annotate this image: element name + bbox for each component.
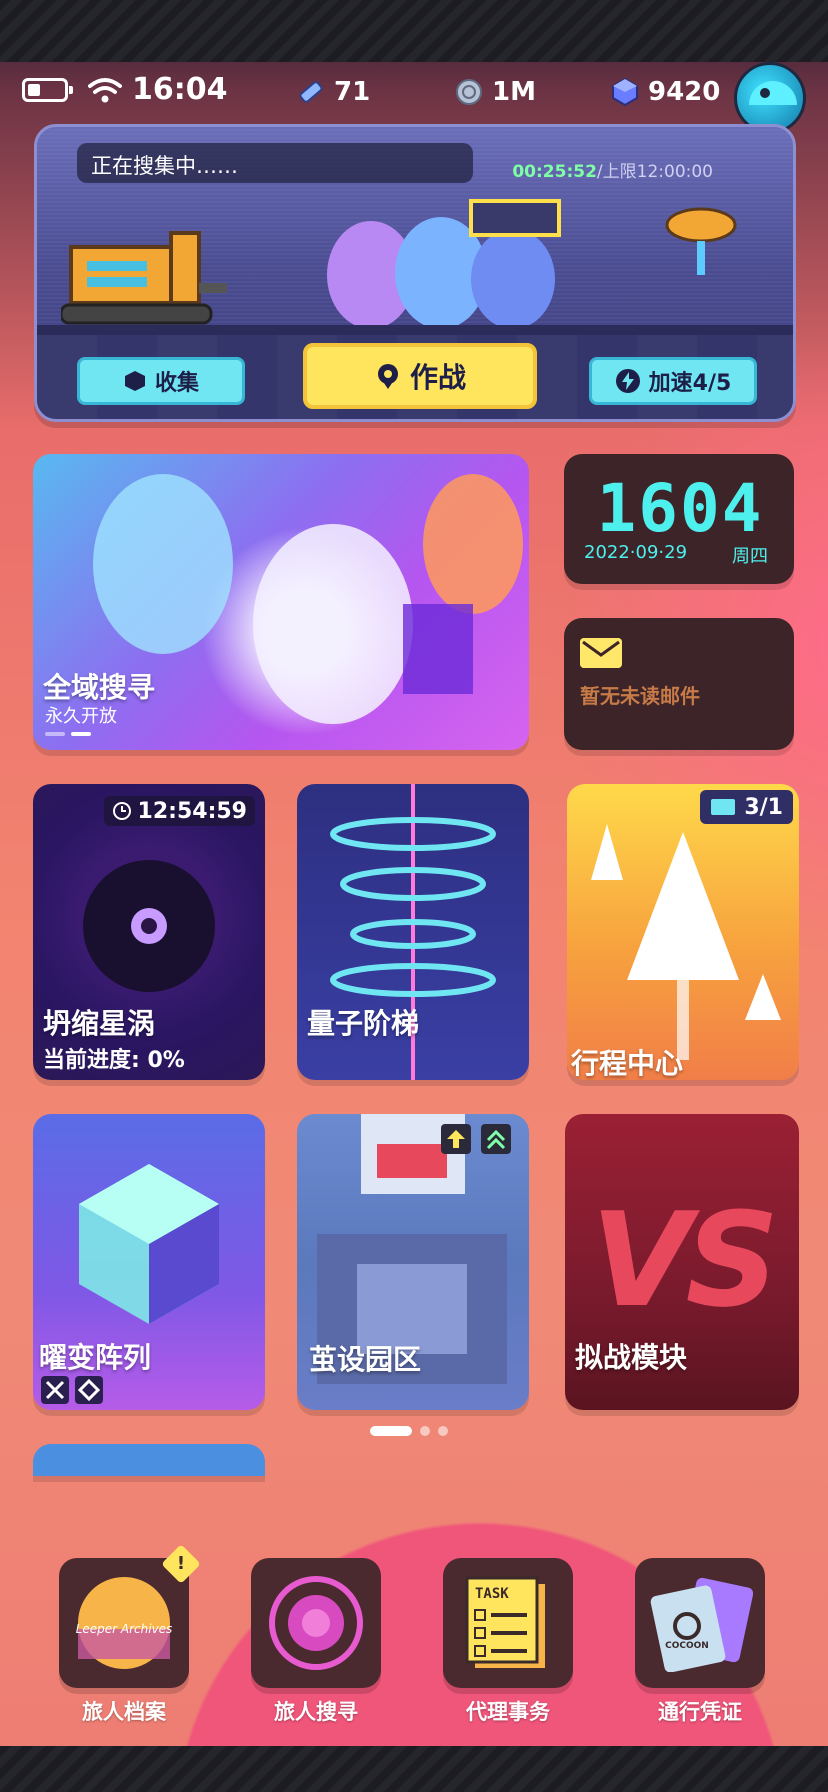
bottom-bezel: [0, 1746, 828, 1792]
banner-subtitle: 永久开放: [45, 706, 117, 727]
vortex-timer-value: 12:54:59: [137, 798, 247, 824]
clock-widget-date: 2022·09·29: [584, 542, 688, 563]
tasks-icon-text: TASK: [475, 1586, 509, 1602]
banner-title: 全域搜寻: [43, 671, 156, 704]
battle-button[interactable]: 作战: [303, 343, 537, 409]
wifi-icon: [88, 78, 122, 103]
page-indicator: [370, 1426, 448, 1436]
dock-search-label: 旅人搜寻: [274, 1700, 358, 1724]
pass-icon-box: COCOON: [635, 1558, 765, 1688]
combat-sim-title: 拟战模块: [575, 1341, 688, 1374]
itinerary-title: 行程中心: [571, 1047, 684, 1080]
dock-agent-tasks[interactable]: TASK 代理事务: [443, 1558, 573, 1726]
archive-icon-text: Leeper Archives: [76, 1622, 173, 1636]
vs-art-text: VS: [590, 1184, 779, 1336]
crossed-swords-icon: [41, 1376, 69, 1404]
dock-tasks-label: 代理事务: [466, 1700, 550, 1724]
gathering-timer: 00:25:52/上限12:00:00: [512, 157, 713, 182]
mail-status: 暂无未读邮件: [580, 684, 700, 708]
page-dot: [420, 1426, 430, 1436]
cocoon-park-tile[interactable]: 茧设园区: [297, 1114, 529, 1410]
clock-icon: [112, 802, 131, 820]
gem-count: 9420: [648, 77, 721, 107]
alert-badge: !: [161, 1544, 201, 1584]
drone-icon: [665, 207, 737, 275]
quantum-ladder-tile[interactable]: 量子阶梯: [297, 784, 529, 1080]
gathering-status: 正在搜集中……: [77, 143, 473, 183]
vortex-timer: 12:54:59: [103, 796, 255, 826]
top-bezel: [0, 0, 828, 62]
upgrade-icon: [441, 1124, 471, 1154]
location-pin-icon: [377, 364, 398, 389]
lightning-icon: [615, 369, 640, 393]
jet-art: [591, 824, 781, 1060]
page-dot-active: [370, 1426, 412, 1436]
itinerary-center-tile[interactable]: 3/1 行程中心: [567, 784, 799, 1080]
status-bar: 16:04 71 1M 9420: [0, 62, 828, 122]
gathering-limit: /上限12:00:00: [596, 162, 713, 182]
character-party-icon: [327, 199, 561, 329]
archive-icon-box: Leeper Archives !: [59, 1544, 201, 1688]
coin-icon: [456, 79, 482, 105]
pass-card-icon: COCOON: [650, 1577, 753, 1672]
combat-sim-tile[interactable]: VS 拟战模块: [565, 1114, 799, 1410]
cube-icon: [124, 371, 145, 391]
energy-icon: [299, 81, 323, 103]
dock-archive-label: 旅人档案: [82, 1700, 166, 1724]
pass-icon-text: COCOON: [665, 1641, 709, 1651]
clock-widget-weekday: 周四: [732, 546, 768, 567]
energy-counter[interactable]: 71: [296, 74, 370, 110]
vortex-title: 坍缩星涡: [43, 1007, 156, 1040]
search-icon-box: [251, 1558, 381, 1688]
diamond-badge-icon: [75, 1376, 103, 1404]
speed-up-label: 加速4/5: [648, 371, 732, 396]
speed-up-button[interactable]: 加速4/5: [589, 357, 757, 405]
battle-label: 作战: [409, 361, 466, 394]
double-chevron-up-icon: [481, 1124, 511, 1154]
gem-icon: [612, 77, 638, 107]
radar-icon: [269, 1576, 363, 1670]
page-dot: [438, 1426, 448, 1436]
collapse-vortex-tile[interactable]: 12:54:59 坍缩星涡 当前进度: 0%: [33, 784, 265, 1080]
tasks-icon-box: TASK: [443, 1558, 573, 1688]
vortex-progress: 当前进度: 0%: [43, 1048, 185, 1073]
global-search-banner[interactable]: 全域搜寻 永久开放: [33, 454, 529, 750]
archive-icon: Leeper Archives: [76, 1577, 173, 1669]
clock-widget: 1604 2022·09·29 周四: [564, 454, 794, 584]
park-title: 茧设园区: [309, 1343, 422, 1376]
ticket-icon: [711, 799, 736, 815]
gathering-elapsed: 00:25:52: [512, 162, 597, 182]
dock-traveler-archive[interactable]: Leeper Archives ! 旅人档案: [59, 1544, 201, 1726]
dock-traveler-search[interactable]: 旅人搜寻: [251, 1558, 381, 1726]
array-title: 曜变阵列: [39, 1341, 152, 1374]
dock-travel-pass[interactable]: COCOON 通行凭证: [635, 1558, 765, 1726]
coin-count: 1M: [492, 77, 536, 107]
gem-counter[interactable]: 9420: [610, 74, 720, 110]
dock-pass-label: 通行凭证: [658, 1700, 742, 1724]
clock-time: 16:04: [132, 72, 228, 107]
quantum-title: 量子阶梯: [307, 1007, 420, 1040]
collect-button[interactable]: 收集: [77, 357, 245, 405]
itinerary-count-value: 3/1: [744, 794, 783, 820]
gathering-panel: 正在搜集中…… 00:25:52/上限12:00:00 收集 作战 加速4/5: [34, 124, 796, 422]
coin-counter[interactable]: 1M: [454, 74, 536, 110]
energy-count: 71: [334, 77, 371, 107]
next-row-tile-partial[interactable]: [33, 1444, 265, 1476]
banner-indicator-inactive: [45, 732, 65, 736]
obsidian-array-tile[interactable]: 曜变阵列: [33, 1114, 265, 1410]
envelope-icon: [580, 638, 622, 668]
banner-indicator-active: [71, 732, 91, 736]
excavator-icon: [61, 231, 227, 325]
collect-label: 收集: [154, 371, 199, 396]
task-list-icon: TASK: [465, 1576, 545, 1668]
mail-widget[interactable]: 暂无未读邮件: [564, 618, 794, 750]
battery-icon: [22, 78, 73, 102]
clock-widget-time: 1604: [596, 470, 764, 547]
itinerary-count: 3/1: [700, 790, 793, 824]
